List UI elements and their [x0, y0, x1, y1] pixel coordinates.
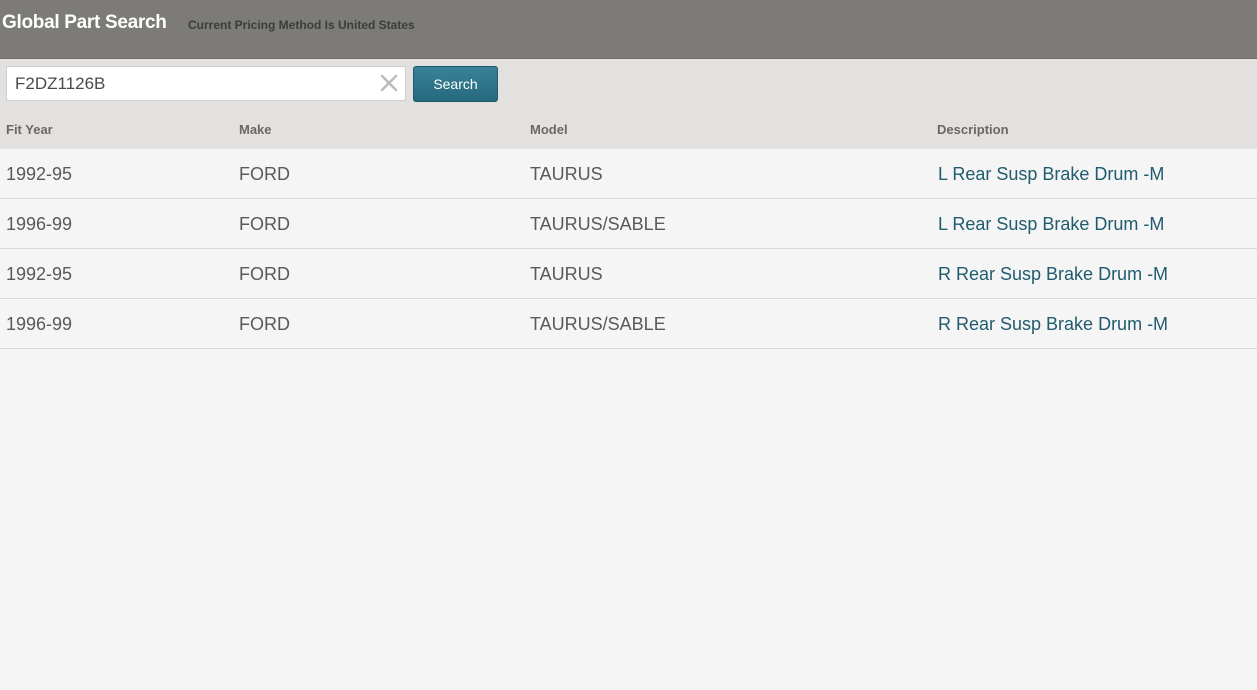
- table-row[interactable]: 1996-99 FORD TAURUS/SABLE L Rear Susp Br…: [0, 199, 1257, 249]
- search-field-container: [6, 66, 406, 101]
- page-title: Global Part Search: [2, 12, 167, 33]
- model-cell: TAURUS: [530, 164, 603, 184]
- description-link[interactable]: L Rear Susp Brake Drum -M: [938, 164, 1164, 185]
- model-cell: TAURUS/SABLE: [530, 314, 666, 334]
- search-input[interactable]: [7, 67, 375, 100]
- model-cell: TAURUS/SABLE: [530, 214, 666, 234]
- make-cell: FORD: [239, 164, 290, 184]
- search-button[interactable]: Search: [413, 66, 498, 102]
- table-row[interactable]: 1992-95 FORD TAURUS R Rear Susp Brake Dr…: [0, 249, 1257, 299]
- results-table: 1992-95 FORD TAURUS L Rear Susp Brake Dr…: [0, 149, 1257, 349]
- pricing-method-note: Current Pricing Method Is United States: [188, 18, 415, 32]
- app-header: Global Part Search Current Pricing Metho…: [0, 0, 1257, 59]
- make-cell: FORD: [239, 214, 290, 234]
- model-cell: TAURUS: [530, 264, 603, 284]
- table-row[interactable]: 1996-99 FORD TAURUS/SABLE R Rear Susp Br…: [0, 299, 1257, 349]
- description-link[interactable]: R Rear Susp Brake Drum -M: [938, 314, 1168, 335]
- close-x-icon[interactable]: [379, 73, 399, 93]
- make-cell: FORD: [239, 264, 290, 284]
- description-link[interactable]: R Rear Susp Brake Drum -M: [938, 264, 1168, 285]
- table-header: Fit Year Make Model Description: [0, 112, 1257, 149]
- fit-year-cell: 1996-99: [6, 314, 73, 334]
- description-link[interactable]: L Rear Susp Brake Drum -M: [938, 214, 1164, 235]
- column-header-make[interactable]: Make: [239, 122, 272, 137]
- column-header-fit-year[interactable]: Fit Year: [6, 122, 53, 137]
- make-cell: FORD: [239, 314, 290, 334]
- table-row[interactable]: 1992-95 FORD TAURUS L Rear Susp Brake Dr…: [0, 149, 1257, 199]
- column-header-model[interactable]: Model: [530, 122, 568, 137]
- fit-year-cell: 1992-95: [6, 264, 73, 284]
- fit-year-cell: 1992-95: [6, 164, 73, 184]
- search-bar: Search: [0, 59, 1257, 112]
- fit-year-cell: 1996-99: [6, 214, 73, 234]
- column-header-description[interactable]: Description: [937, 122, 1009, 137]
